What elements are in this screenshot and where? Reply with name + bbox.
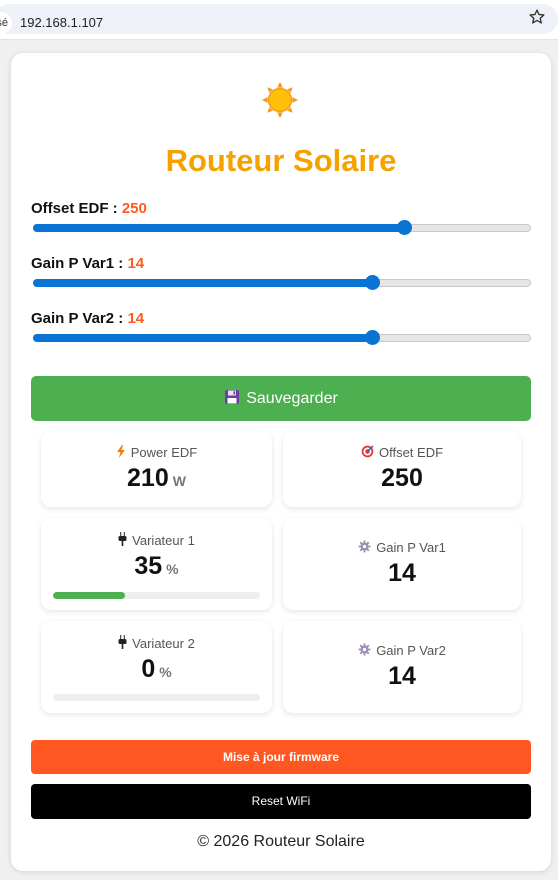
variateur-2-value: 0 <box>141 655 156 683</box>
gain-var1-value: 14 <box>388 559 416 587</box>
tile-value: 250 <box>283 464 521 493</box>
floppy-disk-icon <box>225 390 240 404</box>
offset-edf-slider[interactable] <box>33 220 531 235</box>
tile-gain-var2: Gain P Var2 14 <box>283 621 521 713</box>
url-text[interactable]: 192.168.1.107 <box>20 15 103 30</box>
tile-value: 210 W <box>41 464 272 493</box>
tile-title: Gain P Var2 <box>283 643 521 658</box>
tile-offset-edf: Offset EDF 250 <box>283 431 521 507</box>
tile-title-text: Variateur 2 <box>132 636 195 651</box>
target-icon <box>361 445 374 458</box>
tile-variateur-2: Variateur 2 0% <box>41 621 272 713</box>
tile-value: 0% <box>41 655 272 684</box>
slider-label-text: Gain P Var1 : <box>31 255 124 272</box>
slider-value: 14 <box>127 310 145 327</box>
main-card: Routeur Solaire Offset EDF : 250 Gain P … <box>11 53 551 871</box>
tile-value: 35% <box>41 552 272 581</box>
variateur-1-progress <box>53 592 260 599</box>
offset-edf-value: 250 <box>381 464 423 492</box>
sun-icon <box>261 81 299 119</box>
slider-offset-edf: Offset EDF : 250 <box>31 200 533 235</box>
tile-title-text: Offset EDF <box>378 445 444 460</box>
gear-icon <box>358 540 371 553</box>
tile-title: Variateur 2 <box>41 635 272 651</box>
tile-title-text: Gain P Var2 <box>376 643 446 658</box>
slider-value: 250 <box>121 200 147 217</box>
slider-gain-var2: Gain P Var2 : 14 <box>31 310 533 345</box>
slider-gain-var1: Gain P Var1 : 14 <box>31 255 533 290</box>
site-security-chip[interactable]: sé <box>0 12 12 34</box>
gain-var2-value: 14 <box>388 662 416 690</box>
reset-wifi-button[interactable]: Reset WiFi <box>31 784 531 819</box>
tile-value: 14 <box>283 559 521 588</box>
lightning-icon <box>116 445 125 458</box>
save-button[interactable]: Sauvegarder <box>31 376 531 421</box>
bookmark-star-icon[interactable] <box>528 8 546 26</box>
slider-label-text: Gain P Var2 : <box>31 310 124 327</box>
gain-var2-slider[interactable] <box>33 330 531 345</box>
plug-icon <box>118 635 127 649</box>
tile-title: Gain P Var1 <box>283 540 521 555</box>
variateur-1-value: 35 <box>134 552 163 580</box>
slider-label: Gain P Var2 : 14 <box>31 310 533 327</box>
footer-copyright: © 2026 Routeur Solaire <box>197 833 365 850</box>
tile-value: 14 <box>283 662 521 691</box>
slider-label-text: Offset EDF : <box>31 200 118 217</box>
gain-var1-slider[interactable] <box>33 275 531 290</box>
progress-fill <box>53 592 126 599</box>
tile-power-edf: Power EDF 210 W <box>41 431 272 507</box>
tile-title: Power EDF <box>41 445 272 460</box>
variateur-2-progress <box>53 694 260 701</box>
url-bar[interactable]: sé 192.168.1.107 <box>0 4 558 34</box>
slider-thumb[interactable] <box>396 220 412 235</box>
tile-title-text: Gain P Var1 <box>376 540 446 555</box>
browser-address-bar: sé 192.168.1.107 <box>0 0 558 40</box>
tile-title: Variateur 1 <box>41 532 272 548</box>
tile-title-text: Power EDF <box>130 445 198 460</box>
tile-title: Offset EDF <box>283 445 521 460</box>
tile-variateur-1: Variateur 1 35% <box>41 518 272 610</box>
slider-fill <box>33 279 372 287</box>
slider-label: Gain P Var1 : 14 <box>31 255 533 272</box>
slider-thumb[interactable] <box>365 330 381 345</box>
slider-fill <box>33 224 403 232</box>
unit-label: % <box>159 664 172 680</box>
tile-gain-var1: Gain P Var1 14 <box>283 518 521 610</box>
slider-thumb[interactable] <box>365 275 381 290</box>
unit-label: W <box>172 473 186 489</box>
tile-title-text: Variateur 1 <box>132 533 195 548</box>
firmware-update-button[interactable]: Mise à jour firmware <box>31 740 531 774</box>
slider-value: 14 <box>127 255 145 272</box>
gear-icon <box>358 643 371 656</box>
unit-label: % <box>166 561 179 577</box>
plug-icon <box>118 532 127 546</box>
page-title: Routeur Solaire <box>165 143 397 178</box>
save-button-label: Sauvegarder <box>246 390 338 407</box>
slider-label: Offset EDF : 250 <box>31 200 533 217</box>
slider-fill <box>33 334 372 342</box>
power-edf-value: 210 <box>127 464 169 492</box>
